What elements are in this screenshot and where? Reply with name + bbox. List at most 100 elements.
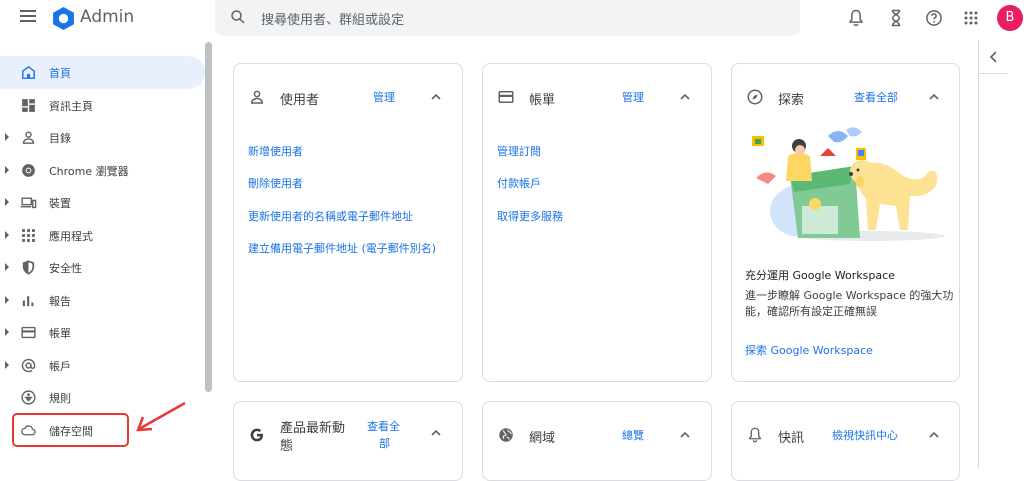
- sidebar-item-label: 帳單: [49, 327, 71, 340]
- sidebar-item-dashboard[interactable]: 資訊主頁: [0, 89, 205, 122]
- home-icon: [22, 65, 35, 79]
- expand-caret-icon[interactable]: [5, 296, 9, 304]
- sidebar-item-label: 目錄: [49, 132, 71, 145]
- card-title: 產品最新動: [280, 421, 346, 436]
- divider: [978, 74, 979, 469]
- sidebar-item-label: 帳戶: [49, 360, 71, 373]
- manage-subscriptions-link[interactable]: 管理訂閱: [497, 143, 541, 159]
- product-updates-card: 產品最新動 態 查看全 部: [233, 401, 463, 481]
- sidebar-item-chrome[interactable]: Chrome 瀏覽器: [0, 154, 205, 187]
- promo-title: 充分運用 Google Workspace: [745, 269, 895, 282]
- sidebar-item-label: 規則: [49, 392, 71, 405]
- card-title: 快訊: [778, 431, 805, 446]
- search-icon: [231, 10, 245, 24]
- card-title-line2: 態: [280, 439, 294, 454]
- sidebar-item-apps[interactable]: 應用程式: [0, 219, 205, 252]
- credit-card-icon: [498, 91, 514, 103]
- search-bar[interactable]: 搜尋使用者、群組或設定: [215, 0, 800, 36]
- delete-user-link[interactable]: 刪除使用者: [248, 175, 303, 191]
- chevron-up-icon[interactable]: [679, 91, 691, 103]
- explore-card: 探索 查看全部 充分運用 Google Workspace 進一步瞭解 Goog…: [731, 63, 960, 382]
- sidebar-scrollbar[interactable]: [205, 42, 212, 392]
- chevron-left-icon: [989, 51, 997, 63]
- card-title: 網域: [529, 431, 556, 446]
- chevron-up-icon[interactable]: [679, 429, 691, 441]
- sidebar-item-label: Chrome 瀏覽器: [49, 165, 129, 178]
- domains-card: 網域 總覽: [482, 401, 712, 481]
- create-alias-link[interactable]: 建立備用電子郵件地址 (電子郵件別名): [248, 240, 436, 256]
- expand-caret-icon[interactable]: [5, 231, 9, 239]
- sidebar-item-label: 裝置: [49, 197, 71, 210]
- alerts-card: 快訊 檢視快訊中心: [731, 401, 960, 481]
- sidebar-item-label: 首頁: [49, 67, 71, 80]
- apps-grid-icon: [22, 229, 35, 242]
- sidebar-item-label: 應用程式: [49, 230, 93, 243]
- expand-caret-icon[interactable]: [5, 198, 9, 206]
- rules-icon: [21, 390, 36, 405]
- annotation-arrow-icon: [136, 401, 186, 432]
- sidebar-item-label: 資訊主頁: [49, 100, 93, 113]
- expand-caret-icon[interactable]: [5, 166, 9, 174]
- add-user-link[interactable]: 新增使用者: [248, 143, 303, 159]
- view-all-link[interactable]: 查看全: [367, 418, 400, 434]
- bell-icon: [749, 427, 761, 443]
- card-title: 探索: [778, 93, 805, 108]
- workspace-illustration: [752, 127, 945, 241]
- person-icon: [250, 90, 264, 104]
- person-icon: [22, 131, 35, 144]
- billing-card: 帳單 管理 管理訂閱 付款帳戶 取得更多服務: [482, 63, 712, 382]
- sidebar-item-home[interactable]: 首頁: [0, 56, 205, 89]
- compass-icon: [747, 89, 763, 105]
- users-card: 使用者 管理 新增使用者 刪除使用者 更新使用者的名稱或電子郵件地址 建立備用電…: [233, 63, 463, 382]
- view-all-link[interactable]: 查看全部: [854, 89, 898, 105]
- promo-description: 進一步瞭解 Google Workspace 的強大功能，確認所有設定正確無誤: [745, 289, 954, 318]
- at-sign-icon: [21, 358, 36, 373]
- get-more-services-link[interactable]: 取得更多服務: [497, 208, 563, 224]
- bar-chart-icon: [22, 296, 34, 307]
- help-icon[interactable]: [924, 8, 944, 28]
- view-all-link-line2[interactable]: 部: [379, 435, 390, 451]
- google-g-icon: [250, 428, 263, 442]
- domains-overview-link[interactable]: 總覽: [622, 427, 644, 443]
- chevron-up-icon[interactable]: [430, 91, 442, 103]
- sidebar-item-devices[interactable]: 裝置: [0, 186, 205, 219]
- expand-caret-icon[interactable]: [5, 328, 9, 336]
- globe-icon: [499, 428, 513, 442]
- sidebar-item-label: 安全性: [49, 262, 82, 275]
- hourglass-icon[interactable]: [886, 8, 906, 28]
- card-title: 帳單: [529, 93, 556, 108]
- sidebar-item-reports[interactable]: 報告: [0, 284, 205, 317]
- menu-icon[interactable]: [20, 10, 36, 24]
- avatar[interactable]: B: [997, 5, 1023, 31]
- manage-users-link[interactable]: 管理: [373, 89, 395, 105]
- dashboard-icon: [22, 99, 35, 112]
- expand-caret-icon[interactable]: [5, 263, 9, 271]
- chevron-up-icon[interactable]: [928, 91, 940, 103]
- update-user-link[interactable]: 更新使用者的名稱或電子郵件地址: [248, 208, 413, 224]
- chevron-up-icon[interactable]: [928, 429, 940, 441]
- manage-billing-link[interactable]: 管理: [622, 89, 644, 105]
- app-name[interactable]: Admin: [80, 7, 134, 27]
- top-bar: Admin 搜尋使用者、群組或設定 B: [0, 0, 1024, 38]
- highlight-box: [12, 413, 129, 447]
- sidebar-item-security[interactable]: 安全性: [0, 251, 205, 284]
- sidebar-item-billing[interactable]: 帳單: [0, 316, 205, 349]
- sidebar-item-account[interactable]: 帳戶: [0, 349, 205, 382]
- sidebar-item-label: 報告: [49, 295, 71, 308]
- payment-accounts-link[interactable]: 付款帳戶: [497, 175, 541, 191]
- admin-logo-icon: [53, 7, 74, 30]
- expand-caret-icon[interactable]: [5, 361, 9, 369]
- explore-workspace-link[interactable]: 探索 Google Workspace: [745, 342, 873, 358]
- search-input[interactable]: 搜尋使用者、群組或設定: [261, 9, 404, 28]
- collapse-panel-button[interactable]: [978, 40, 1008, 74]
- expand-caret-icon[interactable]: [5, 133, 9, 141]
- sidebar-item-directory[interactable]: 目錄: [0, 121, 205, 154]
- chevron-up-icon[interactable]: [430, 427, 442, 439]
- alert-center-link[interactable]: 檢視快訊中心: [832, 427, 898, 443]
- apps-launcher-icon[interactable]: [961, 8, 981, 28]
- shield-icon: [22, 260, 35, 275]
- credit-card-icon: [21, 326, 36, 339]
- card-title: 使用者: [280, 93, 320, 108]
- devices-icon: [20, 197, 37, 209]
- bell-icon[interactable]: [846, 8, 866, 28]
